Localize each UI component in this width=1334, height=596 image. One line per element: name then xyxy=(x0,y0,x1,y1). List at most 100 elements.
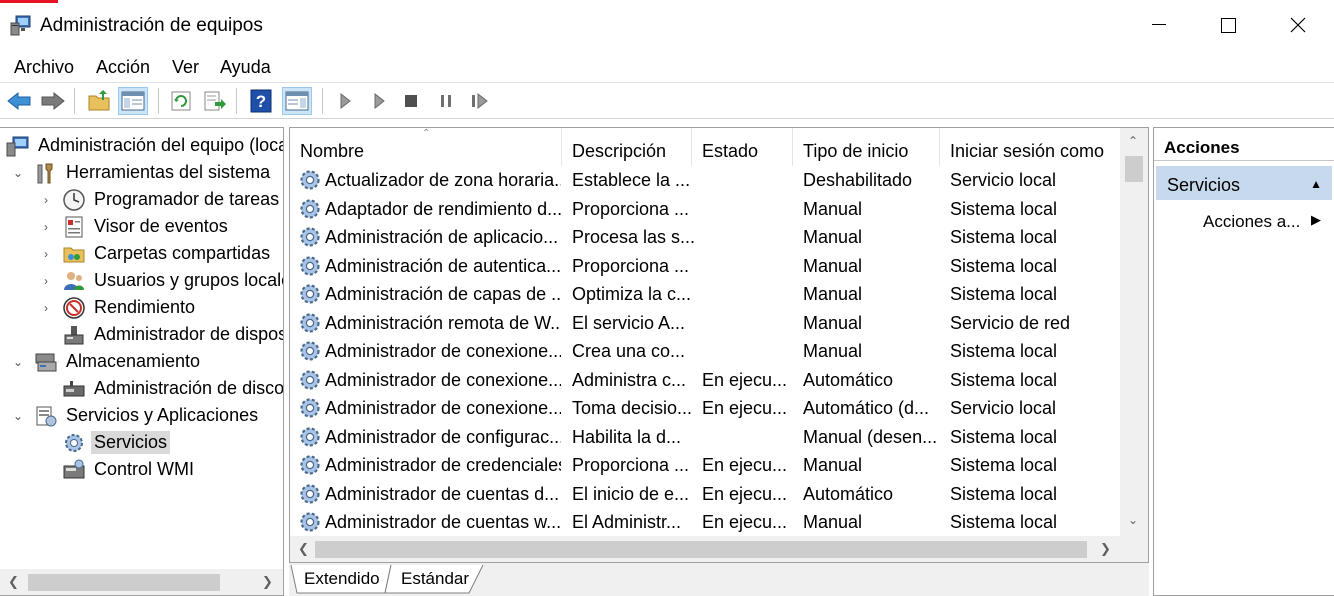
restart-service-button[interactable] xyxy=(465,87,495,115)
menu-ver[interactable]: Ver xyxy=(172,57,199,78)
list-horizontal-scrollbar[interactable]: ❮ ❯ xyxy=(290,536,1120,562)
up-folder-button[interactable] xyxy=(84,87,114,115)
service-gear-icon xyxy=(300,426,320,447)
list-vertical-scrollbar[interactable]: ⌃ ⌄ xyxy=(1120,128,1148,536)
collapse-arrow-icon[interactable]: ⌄ xyxy=(10,354,26,370)
tree-item-device-manager[interactable]: Administrador de dispos xyxy=(54,321,284,348)
table-row[interactable]: Administrador de cuentas w... El Administ… xyxy=(290,508,1120,537)
collapse-arrow-icon[interactable]: ⌄ xyxy=(10,165,26,181)
menu-accion[interactable]: Acción xyxy=(96,57,150,78)
restart-service-icon xyxy=(472,93,488,109)
table-row[interactable]: Administración de autentica... Proporcion… xyxy=(290,252,1120,281)
tab-standard[interactable]: Estándar xyxy=(401,569,469,589)
column-label: Nombre xyxy=(300,141,365,161)
tree-item-wmi-control[interactable]: Control WMI xyxy=(54,456,197,483)
export-list-button[interactable] xyxy=(200,87,230,115)
expand-arrow-icon[interactable]: › xyxy=(38,192,54,208)
tree-item-computer-management[interactable]: Administración del equipo (loca xyxy=(6,132,283,159)
scroll-thumb[interactable] xyxy=(28,574,220,591)
table-row[interactable]: Administrador de cuentas d... El inicio d… xyxy=(290,480,1120,509)
scroll-up-icon[interactable]: ⌃ xyxy=(1128,134,1138,148)
up-folder-icon xyxy=(88,90,110,111)
expand-arrow-icon[interactable]: › xyxy=(38,273,54,289)
expand-arrow-icon[interactable]: › xyxy=(38,246,54,262)
scroll-left-icon[interactable]: ❮ xyxy=(298,541,309,557)
tree-item-storage[interactable]: ⌄ Almacenamiento xyxy=(10,348,203,375)
scroll-down-icon[interactable]: ⌄ xyxy=(1128,513,1138,527)
service-log-on-as: Sistema local xyxy=(950,426,1058,447)
tab-extended[interactable]: Extendido xyxy=(304,569,380,589)
tree-item-performance[interactable]: › Rendimiento xyxy=(38,294,198,321)
maximize-button[interactable] xyxy=(1193,0,1263,50)
menu-archivo[interactable]: Archivo xyxy=(14,57,74,78)
stop-service-button[interactable] xyxy=(396,87,426,115)
tree-item-shared-folders[interactable]: › Carpetas compartidas xyxy=(38,240,273,267)
table-row[interactable]: Administración remota de W... El servicio… xyxy=(290,309,1120,338)
service-gear-icon xyxy=(300,512,320,532)
column-status[interactable]: Estado xyxy=(692,128,793,166)
scroll-right-icon[interactable]: ❯ xyxy=(1100,541,1111,557)
scroll-thumb[interactable] xyxy=(1125,156,1143,182)
expand-arrow-icon[interactable]: › xyxy=(38,219,54,235)
service-log-on-as: Sistema local xyxy=(950,227,1058,247)
help-button[interactable]: ? xyxy=(246,87,276,115)
scroll-right-icon[interactable]: ❯ xyxy=(262,574,273,590)
menu-ayuda[interactable]: Ayuda xyxy=(220,57,271,78)
tree-item-event-viewer[interactable]: › Visor de eventos xyxy=(38,213,231,240)
service-gear-icon xyxy=(300,483,320,504)
table-row[interactable]: Actualizador de zona horaria... Establece… xyxy=(290,166,1120,195)
table-row[interactable]: Administrador de conexione... Toma decisi… xyxy=(290,394,1120,423)
tree-item-task-scheduler[interactable]: › Programador de tareas xyxy=(38,186,282,213)
scroll-thumb[interactable] xyxy=(315,541,1087,558)
service-description: Habilita la d... xyxy=(572,426,682,447)
start-service-alt-button[interactable] xyxy=(364,87,394,115)
forward-icon xyxy=(41,91,65,111)
back-button[interactable] xyxy=(4,87,34,115)
start-service-button[interactable] xyxy=(330,87,360,115)
expand-arrow-icon[interactable]: › xyxy=(38,300,54,316)
column-startup-type[interactable]: Tipo de inicio xyxy=(793,128,940,166)
table-row[interactable]: Administración de aplicacio... Procesa la… xyxy=(290,223,1120,252)
disk-management-icon xyxy=(63,380,85,396)
tree-item-system-tools[interactable]: ⌄ Herramientas del sistema xyxy=(10,159,273,186)
service-name: Administrador de conexione... xyxy=(325,398,561,418)
close-button[interactable] xyxy=(1263,0,1333,50)
tree-item-services-applications[interactable]: ⌄ Servicios y Aplicaciones xyxy=(10,402,261,429)
tree-item-disk-management[interactable]: Administración de disco xyxy=(54,375,283,402)
column-log-on-as[interactable]: Iniciar sesión como xyxy=(940,128,1120,166)
table-row[interactable]: Adaptador de rendimiento d... Proporciona… xyxy=(290,195,1120,224)
show-hide-tree-button[interactable] xyxy=(118,87,148,115)
forward-button[interactable] xyxy=(38,87,68,115)
column-name[interactable]: ⌃ Nombre xyxy=(290,128,562,166)
collapse-up-icon[interactable]: ▲ xyxy=(1310,177,1322,191)
service-gear-icon xyxy=(300,255,320,276)
tree-label: Carpetas compartidas xyxy=(94,243,271,263)
tree-label: Usuarios y grupos locale xyxy=(94,270,284,290)
minimize-button[interactable] xyxy=(1124,0,1194,50)
tree-item-local-users[interactable]: › Usuarios y grupos locale xyxy=(38,267,284,294)
table-row[interactable]: Administrador de conexione... Administra … xyxy=(290,366,1120,395)
window-title: Administración de equipos xyxy=(40,15,263,36)
service-description: Proporciona ... xyxy=(572,255,690,276)
service-description: Crea una co... xyxy=(572,341,686,361)
tree-horizontal-scrollbar[interactable]: ❮ ❯ xyxy=(0,569,283,595)
service-gear-icon xyxy=(300,369,320,390)
tree-label: Administrador de dispos xyxy=(94,324,284,344)
table-row[interactable]: Administración de capas de ... Optimiza l… xyxy=(290,280,1120,309)
tree-item-services[interactable]: Servicios xyxy=(54,429,171,456)
table-row[interactable]: Administrador de credenciales Proporciona… xyxy=(290,451,1120,480)
column-description[interactable]: Descripción xyxy=(562,128,692,166)
more-actions-item[interactable]: Acciones a... ▶ xyxy=(1203,212,1321,232)
action-pane-button[interactable] xyxy=(282,87,312,115)
table-row[interactable]: Administrador de configurac... Habilita l… xyxy=(290,423,1120,452)
collapse-arrow-icon[interactable]: ⌄ xyxy=(10,408,26,424)
refresh-button[interactable] xyxy=(166,87,196,115)
actions-group-services[interactable]: Servicios ▲ xyxy=(1156,166,1332,200)
service-log-on-as: Sistema local xyxy=(950,284,1058,304)
service-description: El Administr... xyxy=(572,512,682,532)
pause-service-button[interactable] xyxy=(431,87,461,115)
table-row[interactable]: Administrador de conexione... Crea una co… xyxy=(290,337,1120,366)
scroll-left-icon[interactable]: ❮ xyxy=(8,574,19,590)
wmi-control-icon xyxy=(63,459,85,478)
tree-label: Herramientas del sistema xyxy=(66,162,271,182)
